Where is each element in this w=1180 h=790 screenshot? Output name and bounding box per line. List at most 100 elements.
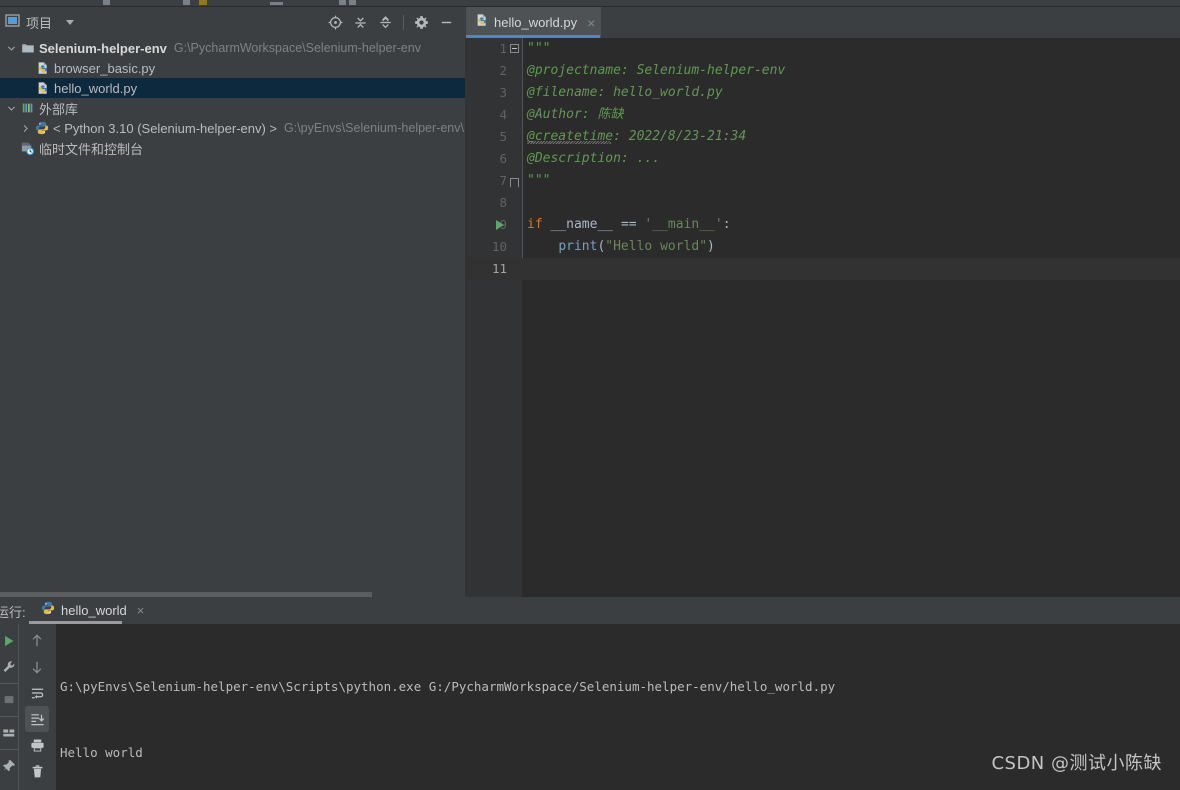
- line-number: 2: [499, 63, 507, 78]
- python-file-icon: [34, 61, 51, 75]
- tree-node-external-libraries[interactable]: 外部库: [0, 98, 465, 118]
- print-icon[interactable]: [25, 732, 49, 758]
- toolbar-glyph: [199, 0, 207, 5]
- code-line: 5 @createtime: 2022/8/23-21:34: [465, 126, 1180, 148]
- code-text: """: [527, 41, 551, 56]
- tree-node-project-root[interactable]: Selenium-helper-env G:\PycharmWorkspace\…: [0, 38, 465, 58]
- run-gutter-icon[interactable]: [496, 220, 504, 230]
- tree-node-path: G:\PycharmWorkspace\Selenium-helper-env: [173, 41, 421, 55]
- toolbar-divider: [0, 716, 18, 717]
- fold-collapse-icon[interactable]: [510, 44, 519, 53]
- minimize-icon[interactable]: [434, 10, 459, 35]
- run-tab-label: hello_world: [61, 603, 127, 618]
- tree-node-label: browser_basic.py: [54, 60, 156, 76]
- line-number: 4: [499, 107, 507, 122]
- expand-all-icon[interactable]: [348, 10, 373, 35]
- run-icon[interactable]: [0, 628, 21, 654]
- toolbar-glyph: [270, 2, 283, 5]
- line-number: 1: [499, 41, 507, 56]
- chevron-down-icon[interactable]: [4, 44, 19, 53]
- code-line: 1 """: [465, 38, 1180, 60]
- spellcheck-underline: [527, 141, 611, 144]
- code-text: if __name__ == '__main__':: [527, 214, 731, 236]
- arrow-up-icon[interactable]: [25, 628, 49, 654]
- close-icon[interactable]: ×: [587, 16, 595, 30]
- watermark: CSDN @测试小陈缺: [991, 753, 1162, 774]
- code-token: __name__: [542, 217, 621, 232]
- line-number: 10: [491, 239, 507, 254]
- editor-area: hello_world.py × 1 """ 2 @projectname: S…: [465, 7, 1180, 597]
- code-token: ==: [620, 217, 637, 232]
- tree-node-python-sdk[interactable]: < Python 3.10 (Selenium-helper-env) > G:…: [0, 118, 465, 138]
- code-line: 3 @filename: hello_world.py: [465, 82, 1180, 104]
- code-lines: 1 """ 2 @projectname: Selenium-helper-en…: [465, 38, 1180, 597]
- code-token: "Hello world": [605, 239, 708, 254]
- code-line-current: 11: [465, 258, 1180, 280]
- toolbar-divider: [403, 15, 404, 30]
- code-line: 10 print("Hello world"): [465, 236, 1180, 258]
- code-token: if: [527, 217, 543, 232]
- pycharm-window: 项目 Selenium-helper-env G:\PycharmWorkspa…: [0, 0, 1180, 790]
- code-line: 4 @Author: 陈缺: [465, 104, 1180, 126]
- toolbar-divider: [0, 749, 18, 750]
- line-number: 3: [499, 85, 507, 100]
- python-file-icon: [34, 81, 51, 95]
- stop-icon[interactable]: [0, 687, 21, 713]
- line-number: 7: [499, 173, 507, 188]
- tree-node-label: Selenium-helper-env: [39, 40, 167, 56]
- main-toolbar-sliver: [0, 0, 1180, 7]
- tree-node-label: hello_world.py: [54, 80, 138, 96]
- tree-node-label: 外部库: [39, 101, 79, 117]
- code-token: print: [558, 239, 598, 254]
- arrow-down-icon[interactable]: [25, 654, 49, 680]
- run-panel-header: 运行: hello_world ×: [0, 597, 1180, 624]
- python-icon: [41, 601, 55, 620]
- soft-wrap-icon[interactable]: [25, 680, 49, 706]
- layout-icon[interactable]: [0, 720, 21, 746]
- scroll-to-end-icon[interactable]: [25, 706, 49, 732]
- trash-icon[interactable]: [25, 758, 49, 784]
- console-side-toolbar: [19, 624, 55, 790]
- chevron-right-icon[interactable]: [18, 124, 33, 133]
- code-token: @Author:: [527, 107, 598, 122]
- project-tree[interactable]: Selenium-helper-env G:\PycharmWorkspace\…: [0, 38, 465, 589]
- code-line: 8: [465, 192, 1180, 214]
- tree-node-scratches[interactable]: 临时文件和控制台: [0, 138, 465, 158]
- python-file-icon: [475, 13, 489, 32]
- fold-end-icon[interactable]: [510, 178, 519, 187]
- toolbar-glyph: [183, 0, 190, 5]
- toolbar-divider: [0, 683, 18, 684]
- line-number: 11: [491, 261, 507, 276]
- run-tab-hello-world[interactable]: hello_world ×: [33, 597, 152, 624]
- code-text: @createtime: 2022/8/23-21:34: [527, 129, 747, 144]
- locate-icon[interactable]: [323, 10, 348, 35]
- editor-tab-label: hello_world.py: [494, 15, 578, 30]
- tree-node-label: < Python 3.10 (Selenium-helper-env) >: [53, 120, 278, 136]
- close-icon[interactable]: ×: [137, 603, 145, 618]
- wrench-icon[interactable]: [0, 654, 21, 680]
- chevron-down-icon[interactable]: [66, 20, 75, 25]
- code-token: '__main__': [644, 217, 723, 232]
- toolbar-glyph: [349, 0, 356, 5]
- tree-node-path: G:\pyEnvs\Selenium-helper-env\: [284, 121, 464, 135]
- tree-node-browser-basic[interactable]: browser_basic.py: [0, 58, 465, 78]
- chevron-down-icon[interactable]: [4, 104, 19, 113]
- folder-icon: [19, 41, 36, 55]
- code-token: :: [722, 217, 731, 232]
- code-text: print("Hello world"): [527, 236, 715, 258]
- line-number: 6: [499, 151, 507, 166]
- code-text: """: [527, 173, 551, 188]
- tree-node-hello-world[interactable]: hello_world.py: [0, 78, 465, 98]
- collapse-all-icon[interactable]: [373, 10, 398, 35]
- run-left-toolbar: [0, 624, 18, 790]
- code-editor[interactable]: 1 """ 2 @projectname: Selenium-helper-en…: [465, 38, 1180, 597]
- pin-icon[interactable]: [0, 753, 21, 779]
- line-number: 8: [499, 195, 507, 210]
- run-panel-label: 运行:: [0, 605, 26, 620]
- gear-icon[interactable]: [409, 10, 434, 35]
- tree-node-label: 临时文件和控制台: [39, 141, 144, 157]
- editor-tab-hello-world[interactable]: hello_world.py ×: [466, 7, 602, 38]
- code-line: 2 @projectname: Selenium-helper-env: [465, 60, 1180, 82]
- code-text: @Description: ...: [527, 151, 661, 166]
